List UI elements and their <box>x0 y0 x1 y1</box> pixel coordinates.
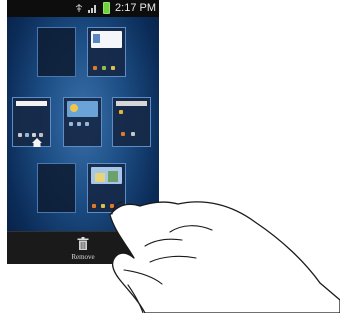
panel-widget-bar <box>116 101 147 106</box>
home-icon <box>32 138 42 147</box>
signal-icon <box>88 5 97 13</box>
phone-screen: 2:17 PM Remove <box>7 0 159 264</box>
home-panel-4[interactable] <box>63 97 102 147</box>
home-panel-5[interactable] <box>112 97 151 147</box>
status-bar: 2:17 PM <box>7 0 159 17</box>
panel-widget <box>91 31 122 48</box>
panel-photo-widget <box>91 167 122 184</box>
remove-bar[interactable]: Remove <box>7 231 159 264</box>
status-time: 2:17 PM <box>115 2 156 14</box>
panel-search-bar <box>16 101 47 106</box>
home-panel-3[interactable] <box>12 97 51 147</box>
home-panel-6[interactable] <box>37 163 76 213</box>
remove-label: Remove <box>71 253 95 261</box>
trash-icon <box>77 237 89 250</box>
usb-icon <box>75 4 83 12</box>
home-panel-1[interactable] <box>37 27 76 77</box>
battery-icon <box>103 2 111 14</box>
home-panel-2[interactable] <box>87 27 126 77</box>
panel-weather-widget <box>67 101 98 117</box>
home-panel-7[interactable] <box>87 163 126 213</box>
